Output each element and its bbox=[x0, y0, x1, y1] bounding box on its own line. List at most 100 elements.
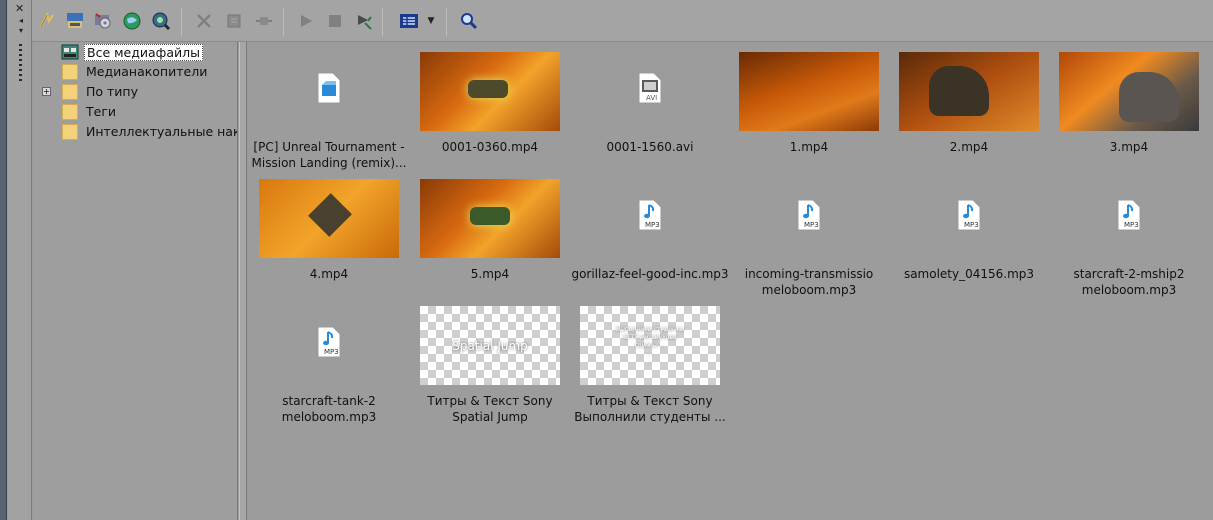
media-tile[interactable]: [PC] Unreal Tournament - Mission Landing… bbox=[249, 44, 409, 174]
media-tile[interactable]: 1.mp4 bbox=[729, 44, 889, 174]
arrow-left-icon[interactable]: ◂ bbox=[19, 16, 23, 25]
chevron-down-icon: ▼ bbox=[427, 16, 435, 26]
media-tile[interactable]: MP3 gorillaz-feel-good-inc.mp3 bbox=[570, 171, 730, 301]
title-preview-line: ... bbox=[647, 357, 653, 365]
mp3-badge: MP3 bbox=[1124, 221, 1139, 229]
remove-button[interactable] bbox=[193, 10, 215, 32]
mp3-badge: MP3 bbox=[324, 348, 339, 356]
tree-item-label: Все медиафайлы bbox=[84, 44, 203, 61]
media-tile[interactable]: MP3 starcraft-tank-2 meloboom.mp3 bbox=[249, 298, 409, 428]
media-tile[interactable]: 3.mp4 bbox=[1049, 44, 1209, 174]
title-preview-line: группы ... bbox=[634, 341, 666, 349]
media-tile-label: 2.mp4 bbox=[949, 140, 989, 154]
close-icon[interactable]: ✕ bbox=[15, 2, 24, 15]
title-preview-line: Выполнили студенты bbox=[615, 325, 685, 333]
get-media-from-web-icon bbox=[123, 12, 141, 30]
auto-preview-icon bbox=[358, 15, 372, 30]
arrow-down-icon[interactable]: ▾ bbox=[19, 26, 23, 35]
mp3-badge: MP3 bbox=[964, 221, 979, 229]
media-tile[interactable]: 4.mp4 bbox=[249, 171, 409, 301]
tree-item-media-drives[interactable]: Медианакопители bbox=[33, 62, 237, 82]
media-tree: Все медиафайлы Медианакопители + По типу… bbox=[33, 42, 238, 520]
title-preview-line: ... bbox=[647, 349, 653, 357]
capture-video-button[interactable] bbox=[64, 10, 86, 32]
tree-item-label: Теги bbox=[86, 104, 117, 119]
media-tile-label: 1.mp4 bbox=[789, 140, 829, 154]
window-edge bbox=[0, 0, 7, 520]
media-tile[interactable]: MP3 incoming-transmissio meloboom.mp3 bbox=[729, 171, 889, 301]
toolbar: ▼ bbox=[32, 0, 1213, 42]
media-tile-label: 4.mp4 bbox=[309, 267, 349, 281]
media-tile-label: samolety_04156.mp3 bbox=[903, 267, 1035, 281]
video-thumbnail bbox=[1059, 52, 1199, 131]
media-tile-label: Титры & Текст Sony Выполнили студенты ..… bbox=[574, 394, 726, 424]
views-button[interactable] bbox=[398, 10, 420, 32]
media-tile[interactable]: Spatial Jump Титры & Текст Sony Spatial … bbox=[410, 298, 570, 428]
mp3-badge: MP3 bbox=[645, 221, 660, 229]
folder-icon bbox=[62, 84, 78, 100]
video-thumbnail bbox=[420, 179, 560, 258]
tree-item-smart-bins[interactable]: Интеллектуальные нако bbox=[33, 122, 238, 142]
media-tile[interactable]: 2.mp4 bbox=[889, 44, 1049, 174]
mp3-badge: MP3 bbox=[804, 221, 819, 229]
play-button[interactable] bbox=[295, 10, 317, 32]
tree-item-label: Интеллектуальные нако bbox=[86, 124, 238, 139]
folder-icon bbox=[62, 104, 78, 120]
media-tile-label: starcraft-2-mship2 meloboom.mp3 bbox=[1073, 267, 1185, 297]
project-file-icon bbox=[317, 72, 341, 104]
media-fx-button[interactable] bbox=[150, 10, 172, 32]
auto-preview-button[interactable] bbox=[353, 10, 375, 32]
title-thumbnail: Выполнили студенты БГТУ им. Шухова групп… bbox=[580, 306, 720, 385]
media-tile-label: [PC] Unreal Tournament - Mission Landing… bbox=[251, 140, 407, 170]
title-preview-text: Spatial Jump bbox=[452, 338, 528, 353]
folder-icon bbox=[62, 124, 78, 140]
media-tile-label: 5.mp4 bbox=[470, 267, 510, 281]
capture-video-icon bbox=[67, 13, 83, 28]
stop-button[interactable] bbox=[324, 10, 346, 32]
drag-handle[interactable] bbox=[19, 44, 22, 84]
expand-icon[interactable]: + bbox=[42, 87, 51, 96]
media-tile-label: 0001-0360.mp4 bbox=[441, 140, 539, 154]
media-tile-label: Титры & Текст Sony Spatial Jump bbox=[427, 394, 553, 424]
media-tile[interactable]: MP3 samolety_04156.mp3 bbox=[889, 171, 1049, 301]
folder-icon bbox=[62, 64, 78, 80]
import-media-button[interactable] bbox=[36, 10, 58, 32]
media-tile[interactable]: 0001-0360.mp4 bbox=[410, 44, 570, 174]
pane-splitter[interactable] bbox=[239, 42, 247, 520]
media-tile-label: 3.mp4 bbox=[1109, 140, 1149, 154]
title-preview-line: БГТУ им. Шухова bbox=[623, 333, 677, 341]
views-icon bbox=[400, 14, 418, 28]
views-dropdown[interactable]: ▼ bbox=[424, 10, 438, 32]
get-media-from-web-button[interactable] bbox=[121, 10, 143, 32]
title-thumbnail: Spatial Jump bbox=[420, 306, 560, 385]
media-tile[interactable]: Выполнили студенты БГТУ им. Шухова групп… bbox=[570, 298, 730, 428]
tree-item-all-media[interactable]: Все медиафайлы bbox=[33, 42, 237, 62]
get-media-from-cd-button[interactable] bbox=[92, 10, 114, 32]
import-media-icon bbox=[39, 12, 54, 28]
play-icon bbox=[301, 15, 312, 27]
properties-button[interactable] bbox=[223, 10, 245, 32]
media-tile[interactable]: 5.mp4 bbox=[410, 171, 570, 301]
tree-item-label: По типу bbox=[86, 84, 138, 99]
video-thumbnail bbox=[420, 52, 560, 131]
media-tile-label: starcraft-tank-2 meloboom.mp3 bbox=[281, 394, 377, 424]
video-thumbnail bbox=[259, 179, 399, 258]
media-grid: [PC] Unreal Tournament - Mission Landing… bbox=[248, 42, 1213, 520]
search-button[interactable] bbox=[458, 10, 480, 32]
media-tile[interactable]: MP3 starcraft-2-mship2 meloboom.mp3 bbox=[1049, 171, 1209, 301]
video-thumbnail bbox=[899, 52, 1039, 131]
avi-badge: AVI bbox=[646, 94, 658, 102]
media-tile-label: 0001-1560.avi bbox=[606, 140, 694, 154]
get-media-from-cd-icon bbox=[95, 13, 111, 29]
video-thumbnail bbox=[739, 52, 879, 131]
plugins-button[interactable] bbox=[253, 10, 275, 32]
properties-icon bbox=[227, 14, 241, 28]
tree-item-by-type[interactable]: + По типу bbox=[33, 82, 237, 102]
tree-item-tags[interactable]: Теги bbox=[33, 102, 237, 122]
tree-item-label: Медианакопители bbox=[86, 64, 208, 79]
media-tile-label: incoming-transmissio meloboom.mp3 bbox=[744, 267, 874, 297]
plugins-icon bbox=[256, 17, 272, 25]
media-tile-label: gorillaz-feel-good-inc.mp3 bbox=[571, 267, 729, 281]
media-tile[interactable]: AVI 0001-1560.avi bbox=[570, 44, 730, 174]
media-icon bbox=[61, 44, 79, 60]
